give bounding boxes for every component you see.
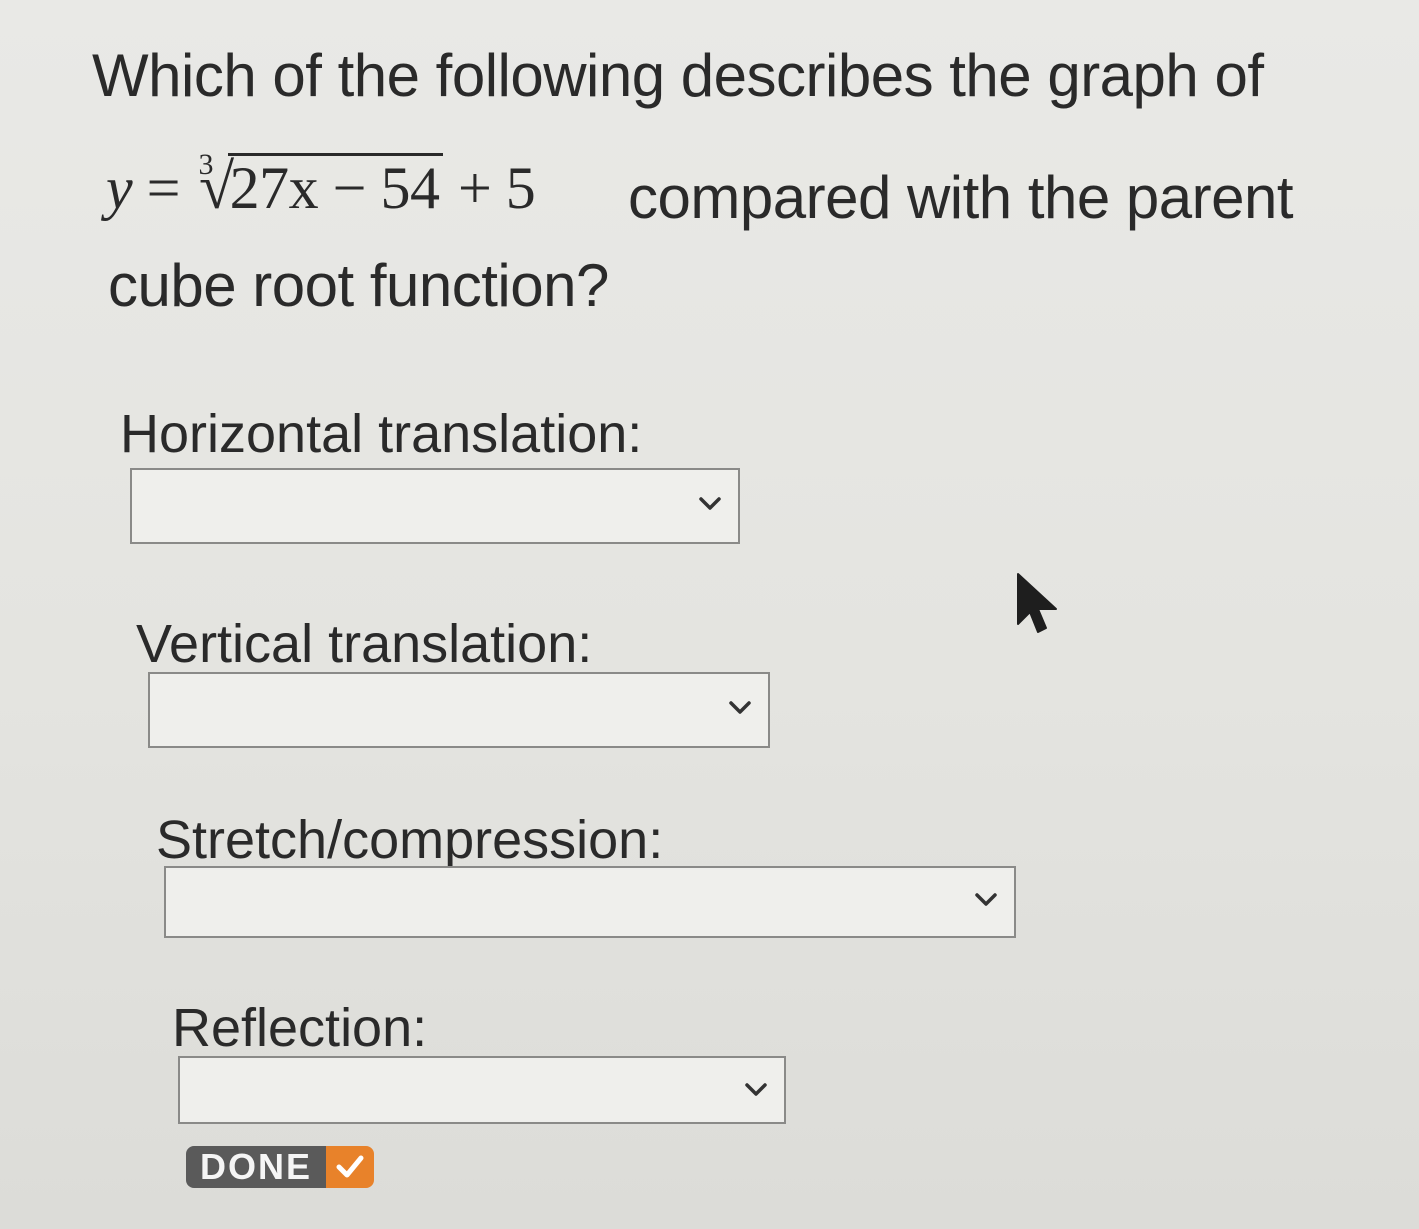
stretch-compression-select[interactable]	[164, 866, 1016, 938]
equation-equals: =	[146, 155, 181, 221]
question-line-1: Which of the following describes the gra…	[92, 42, 1264, 109]
done-button[interactable]: DONE	[186, 1146, 375, 1188]
horizontal-translation-label: Horizontal translation:	[120, 404, 643, 464]
reflection-select[interactable]	[178, 1056, 786, 1124]
equation-radicand: 27x − 54	[227, 153, 444, 220]
vertical-translation-label: Vertical translation:	[136, 614, 593, 674]
question-line-2: y = 3√27x − 54 + 5 compared with the par…	[92, 148, 1332, 242]
equation: y = 3√27x − 54 + 5	[106, 142, 536, 244]
chevron-down-icon	[699, 497, 721, 510]
equation-tail: + 5	[457, 155, 536, 221]
equation-lhs: y	[106, 155, 133, 221]
done-check-box	[326, 1146, 375, 1188]
question-text: Which of the following describes the gra…	[92, 38, 1332, 324]
chevron-down-icon	[729, 701, 751, 714]
reflection-label: Reflection:	[172, 998, 428, 1058]
chevron-down-icon	[975, 893, 997, 906]
vertical-translation-select[interactable]	[148, 672, 770, 748]
question-line-2-rest: compared with the parent	[628, 164, 1294, 231]
stretch-compression-label: Stretch/compression:	[156, 810, 664, 870]
question-line-3: cube root function?	[108, 252, 609, 319]
done-button-label: DONE	[186, 1146, 327, 1188]
horizontal-translation-select[interactable]	[130, 468, 740, 544]
mouse-cursor-icon	[1017, 573, 1057, 633]
worksheet-page: Which of the following describes the gra…	[0, 0, 1419, 1229]
chevron-down-icon	[745, 1083, 767, 1096]
equation-root-index: 3	[198, 148, 213, 181]
check-icon	[336, 1155, 364, 1178]
